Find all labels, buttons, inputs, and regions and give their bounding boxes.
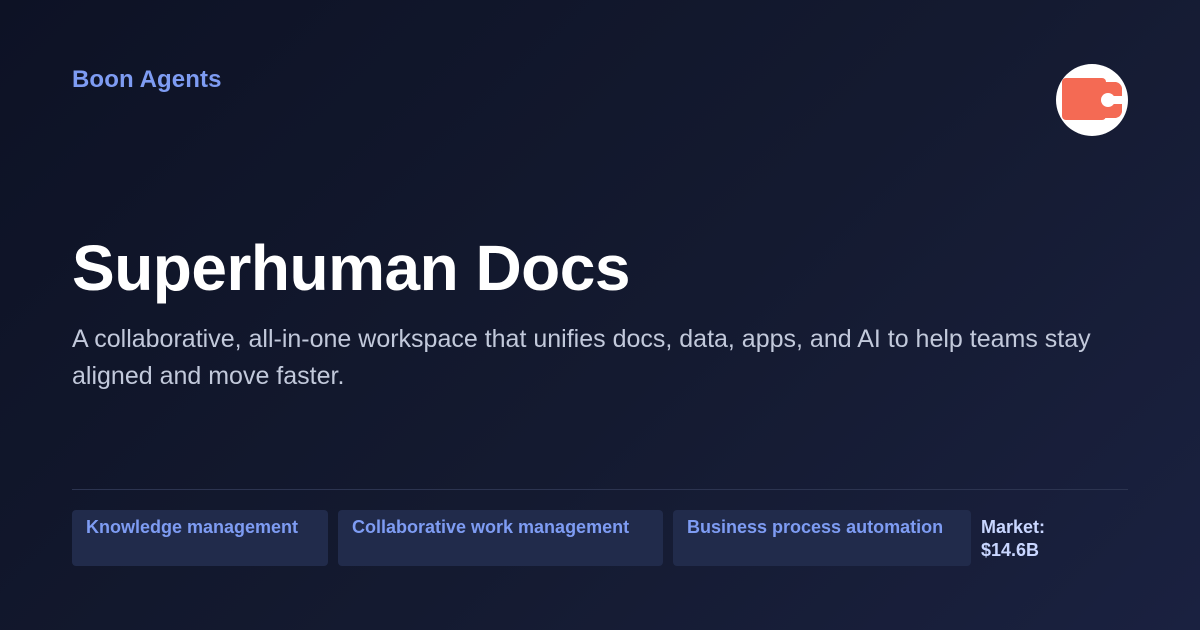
market-label: Market:: [981, 517, 1046, 537]
divider: [72, 489, 1128, 490]
tag-knowledge-management: Knowledge management: [72, 510, 328, 566]
market-size: Market: $14.6B: [981, 516, 1131, 562]
brand-name: Boon Agents: [72, 66, 222, 93]
tag-collaborative-work-management: Collaborative work management: [338, 510, 663, 566]
product-description: A collaborative, all-in-one workspace th…: [72, 325, 1091, 390]
tag-business-process-automation: Business process automation: [673, 510, 971, 566]
logo: [1056, 64, 1128, 136]
coda-logo-icon: [1062, 78, 1122, 120]
category-tags: Knowledge management Collaborative work …: [72, 510, 971, 566]
market-value: $14.6B: [981, 540, 1040, 560]
page-title: Superhuman Docs: [72, 232, 630, 304]
